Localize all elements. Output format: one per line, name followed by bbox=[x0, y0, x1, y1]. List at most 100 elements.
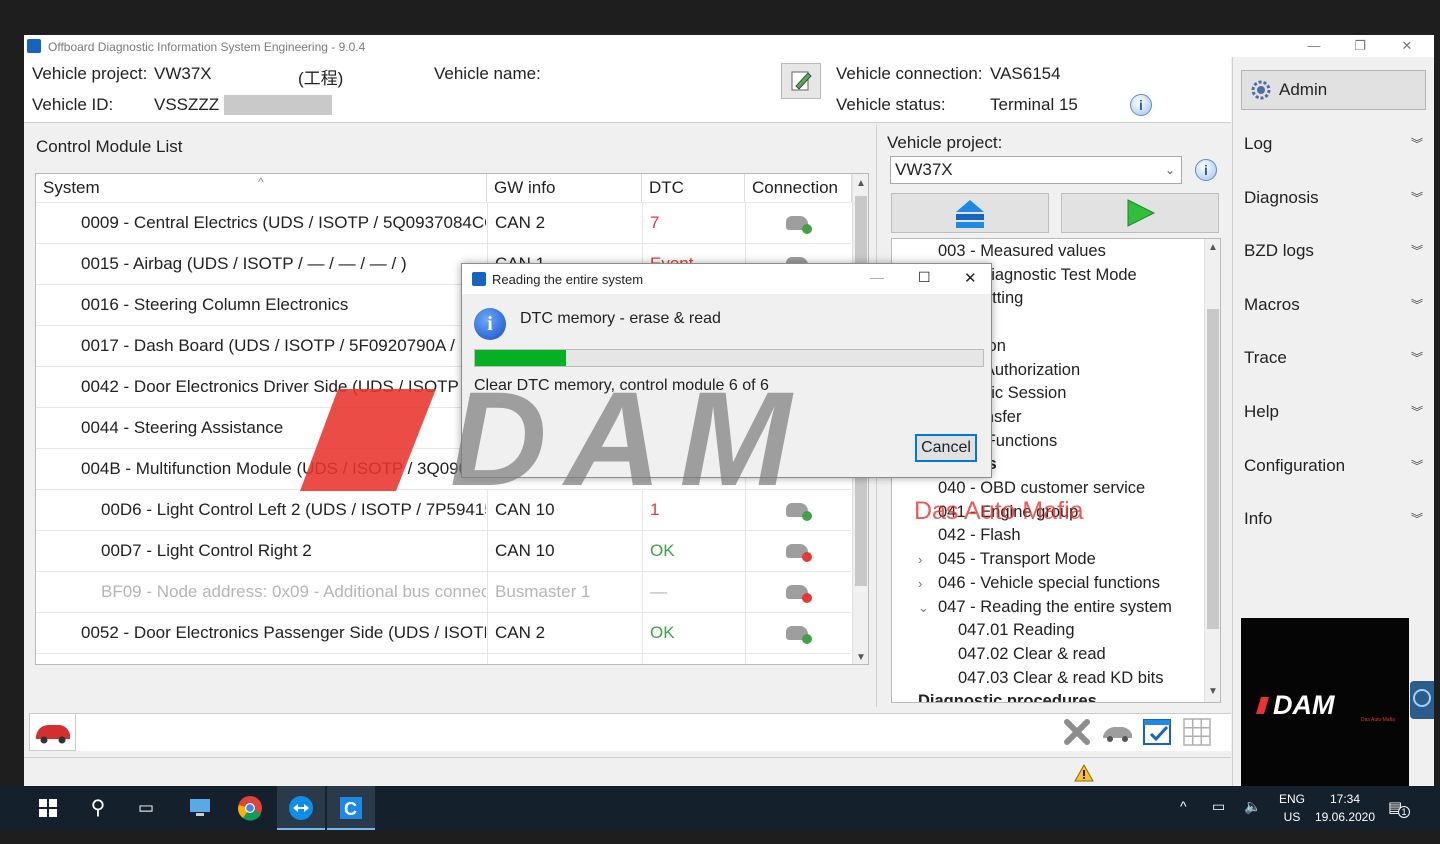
module-row[interactable]: BF09 - Node address: 0x09 - Additional b… bbox=[36, 571, 851, 612]
dialog-maximize-button[interactable]: ☐ bbox=[918, 269, 931, 286]
module-row[interactable]: 0052 - Door Electronics Passenger Side (… bbox=[36, 612, 851, 653]
start-button[interactable] bbox=[24, 786, 72, 830]
module-dtc: 1 bbox=[642, 490, 745, 530]
module-row[interactable]: 005F - Information Control Unit 1 (UDS /… bbox=[36, 653, 851, 664]
sidebar-item-macros[interactable]: Macros ︾ bbox=[1233, 287, 1434, 323]
teamviewer-icon[interactable] bbox=[277, 786, 325, 830]
control-module-list-title: Control Module List bbox=[36, 137, 183, 156]
edit-icon bbox=[791, 71, 812, 91]
column-header-connection[interactable]: Connection bbox=[745, 174, 852, 202]
tree-collapse-icon[interactable]: ⌄ bbox=[918, 600, 929, 616]
column-header-dtc[interactable]: DTC bbox=[642, 174, 745, 202]
sidebar-item-info[interactable]: Info ︾ bbox=[1233, 501, 1434, 537]
task-view-icon[interactable]: ▭ bbox=[122, 786, 170, 830]
start-diagnosis-button[interactable] bbox=[1061, 193, 1219, 233]
car-gray-icon[interactable] bbox=[1099, 714, 1135, 750]
vehicle-overview-button[interactable] bbox=[29, 713, 76, 751]
tree-item[interactable]: 040 - OBD customer service bbox=[938, 477, 1145, 500]
chevron-down-icon: ︾ bbox=[1410, 137, 1423, 151]
sidebar-item-label: Help bbox=[1244, 402, 1279, 421]
dam-logo: DAM Das Auto Mafia bbox=[1241, 618, 1409, 786]
redacted-vin bbox=[224, 95, 332, 115]
module-system: 005F - Information Control Unit 1 (UDS /… bbox=[81, 654, 486, 664]
grid-icon[interactable] bbox=[1179, 714, 1215, 750]
sidebar-item-label: Diagnosis bbox=[1244, 187, 1319, 207]
module-connection[interactable] bbox=[745, 654, 851, 664]
tray-chevron-icon[interactable]: ^ bbox=[1180, 798, 1187, 814]
chevron-down-icon: ︾ bbox=[1410, 351, 1423, 366]
battery-icon[interactable]: ▭ bbox=[1212, 798, 1225, 815]
tree-item[interactable]: Diagnostic procedures bbox=[918, 690, 1097, 702]
module-system: 0044 - Steering Assistance bbox=[81, 418, 284, 437]
restore-button[interactable]: ❐ bbox=[1347, 37, 1373, 55]
sidebar-item-diagnosis[interactable]: Diagnosis ︾ bbox=[1233, 180, 1434, 216]
chevron-down-icon: ︾ bbox=[1410, 458, 1423, 473]
notification-center-icon[interactable]: ▤ 1 bbox=[1388, 798, 1410, 818]
close-window-button[interactable]: ✕ bbox=[1394, 37, 1420, 55]
sidebar-item-configuration[interactable]: Configuration ︾ bbox=[1233, 448, 1434, 484]
vehicle-project-value: VW37X bbox=[154, 64, 212, 83]
svg-text:DAM: DAM bbox=[1273, 690, 1335, 720]
minimize-button[interactable]: — bbox=[1301, 37, 1327, 55]
cancel-button[interactable]: Cancel bbox=[915, 434, 977, 462]
module-connection[interactable] bbox=[745, 572, 851, 612]
module-row[interactable]: 0009 - Central Electrics (UDS / ISOTP / … bbox=[36, 202, 851, 243]
tree-item[interactable]: 042 - Flash bbox=[938, 524, 1021, 547]
vehicle-upload-button[interactable] bbox=[891, 193, 1049, 233]
tools-icon[interactable] bbox=[1059, 714, 1095, 750]
module-connection[interactable] bbox=[745, 613, 851, 653]
tree-scroll-thumb[interactable] bbox=[1207, 309, 1219, 629]
tree-item[interactable]: 045 - Transport Mode bbox=[938, 548, 1096, 571]
sidebar-item-help[interactable]: Help ︾ bbox=[1233, 394, 1434, 430]
tree-item[interactable]: 047.03 Clear & read KD bits bbox=[958, 667, 1163, 690]
column-header-system[interactable]: System ^ bbox=[36, 174, 487, 202]
module-system: BF09 - Node address: 0x09 - Additional b… bbox=[101, 582, 486, 601]
language-indicator[interactable]: ENG US bbox=[1272, 792, 1312, 824]
dialog-minimize-button[interactable]: — bbox=[870, 269, 884, 285]
dialog-close-button[interactable]: ✕ bbox=[964, 269, 977, 287]
search-icon[interactable]: ⚲ bbox=[74, 786, 122, 830]
tree-scroll-up-icon[interactable]: ▲ bbox=[1208, 242, 1218, 253]
tree-item[interactable]: 046 - Vehicle special functions bbox=[938, 572, 1160, 595]
module-connection[interactable] bbox=[745, 490, 851, 530]
module-gw-info: Busmaster 1 bbox=[487, 572, 642, 612]
tree-scroll-down-icon[interactable]: ▼ bbox=[1208, 686, 1218, 697]
tree-expand-icon[interactable]: › bbox=[918, 576, 922, 591]
warning-icon[interactable] bbox=[1074, 764, 1094, 782]
tree-item[interactable]: 047.01 Reading bbox=[958, 619, 1075, 642]
tree-item[interactable]: 041 - Engine group bbox=[938, 501, 1078, 524]
tree-expand-icon[interactable]: › bbox=[918, 552, 922, 567]
chrome-icon[interactable] bbox=[226, 786, 274, 830]
odis-taskbar-icon[interactable]: C bbox=[327, 786, 375, 830]
checklist-icon[interactable] bbox=[1139, 714, 1175, 750]
admin-button[interactable]: Admin bbox=[1241, 70, 1426, 110]
tree-scrollbar[interactable]: ▲ ▼ bbox=[1204, 239, 1220, 702]
tree-item[interactable]: 047.02 Clear & read bbox=[958, 643, 1106, 666]
edit-vehicle-button[interactable] bbox=[781, 63, 821, 99]
tree-item[interactable]: 003 - Measured values bbox=[938, 240, 1106, 263]
clock[interactable]: 17:34 19.06.2020 bbox=[1312, 792, 1378, 824]
module-system: 004B - Multifunction Module (UDS / ISOTP… bbox=[81, 459, 478, 478]
bottom-info-field bbox=[76, 713, 1231, 751]
module-connection[interactable] bbox=[745, 203, 851, 243]
volume-icon[interactable]: 🔈 bbox=[1244, 798, 1261, 815]
sidebar-item-trace[interactable]: Trace ︾ bbox=[1233, 340, 1434, 376]
scroll-up-icon[interactable]: ▲ bbox=[856, 178, 866, 189]
vehicle-project-note: (工程) bbox=[298, 69, 344, 88]
sidebar-item-label: BZD logs bbox=[1244, 241, 1314, 261]
red-car-icon bbox=[36, 725, 70, 744]
module-row[interactable]: 00D7 - Light Control Right 2 CAN 10 OK bbox=[36, 530, 851, 571]
vehicle-project-info-icon[interactable]: i bbox=[1195, 159, 1217, 181]
module-row[interactable]: 00D6 - Light Control Left 2 (UDS / ISOTP… bbox=[36, 489, 851, 530]
scroll-down-icon[interactable]: ▼ bbox=[856, 652, 866, 663]
module-connection[interactable] bbox=[745, 531, 851, 571]
sort-ascending-icon: ^ bbox=[258, 175, 264, 189]
tree-item[interactable]: 047 - Reading the entire system bbox=[938, 596, 1172, 619]
desktop-app-icon[interactable] bbox=[176, 786, 224, 830]
sidebar-item-bzd-logs[interactable]: BZD logs ︾ bbox=[1233, 233, 1434, 269]
sidebar-item-log[interactable]: Log ︾ bbox=[1233, 126, 1434, 162]
vehicle-project-select[interactable]: VW37X ⌄ bbox=[890, 156, 1182, 184]
info-icon[interactable]: i bbox=[1130, 94, 1152, 116]
column-header-gw-info[interactable]: GW info bbox=[487, 174, 642, 202]
side-tab-button[interactable] bbox=[1410, 681, 1434, 719]
